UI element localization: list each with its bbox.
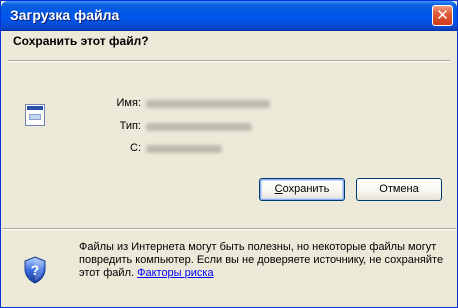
file-name-value (146, 100, 270, 108)
file-type-value (146, 123, 252, 131)
download-dialog-window: Загрузка файла ✕ Сохранить этот файл? Им… (0, 0, 458, 308)
file-type-label: Тип: (119, 120, 141, 132)
save-button-mnemonic: С (274, 183, 283, 195)
close-button[interactable]: ✕ (432, 5, 453, 26)
security-warning: Файлы из Интернета могут быть полезны, н… (79, 241, 449, 280)
window-title: Загрузка файла (10, 7, 120, 23)
dialog-question: Сохранить этот файл? (13, 34, 149, 48)
close-icon: ✕ (436, 7, 449, 24)
title-bar[interactable]: Загрузка файла ✕ (1, 1, 457, 31)
file-source-label: С: (130, 142, 141, 154)
save-button[interactable]: Сохранить (259, 178, 345, 201)
header-divider (8, 60, 450, 62)
security-shield-question-icon: ? (24, 256, 46, 284)
document-icon (25, 104, 45, 126)
file-name-label: Имя: (116, 97, 141, 109)
cancel-button[interactable]: Отмена (356, 178, 442, 201)
risk-factors-link[interactable]: Факторы риска (137, 267, 213, 279)
warning-divider (2, 228, 456, 230)
security-warning-text: Файлы из Интернета могут быть полезны, н… (79, 241, 444, 279)
save-button-label: охранить (282, 183, 330, 195)
file-source-value (146, 145, 222, 153)
svg-text:?: ? (31, 262, 40, 278)
